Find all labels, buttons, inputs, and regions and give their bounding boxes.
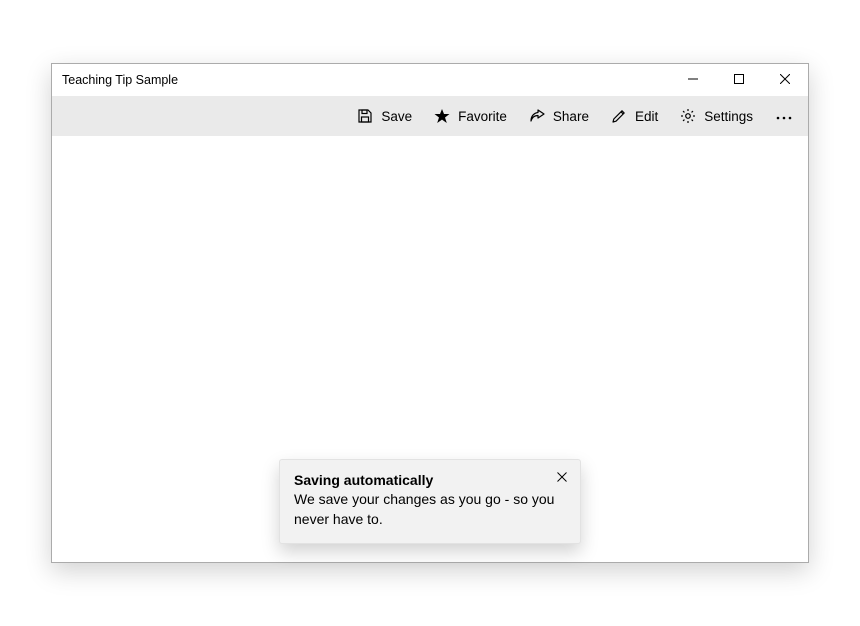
teaching-tip: Saving automatically We save your change… [279,459,581,544]
gear-icon [680,108,696,124]
window-title: Teaching Tip Sample [52,73,178,87]
close-icon [557,469,567,487]
maximize-icon [734,71,744,89]
more-button[interactable] [764,96,804,136]
edit-label: Edit [635,109,658,124]
favorite-label: Favorite [458,109,507,124]
save-label: Save [381,109,412,124]
pencil-icon [611,108,627,124]
save-button[interactable]: Save [346,96,423,136]
settings-button[interactable]: Settings [669,96,764,136]
teaching-tip-close-button[interactable] [552,468,572,488]
share-button[interactable]: Share [518,96,600,136]
star-icon [434,108,450,124]
more-icon [776,107,792,125]
favorite-button[interactable]: Favorite [423,96,518,136]
share-icon [529,108,545,124]
command-bar: Save Favorite Share Edit [52,96,808,136]
close-button[interactable] [762,64,808,96]
teaching-tip-body: We save your changes as you go - so you … [294,490,566,529]
content-area: Saving automatically We save your change… [52,136,808,562]
minimize-button[interactable] [670,64,716,96]
save-icon [357,108,373,124]
share-label: Share [553,109,589,124]
titlebar: Teaching Tip Sample [52,64,808,96]
minimize-icon [688,71,698,89]
close-icon [780,71,790,89]
window-controls [670,64,808,96]
settings-label: Settings [704,109,753,124]
teaching-tip-title: Saving automatically [294,472,566,488]
edit-button[interactable]: Edit [600,96,669,136]
app-window: Teaching Tip Sample [51,63,809,563]
maximize-button[interactable] [716,64,762,96]
